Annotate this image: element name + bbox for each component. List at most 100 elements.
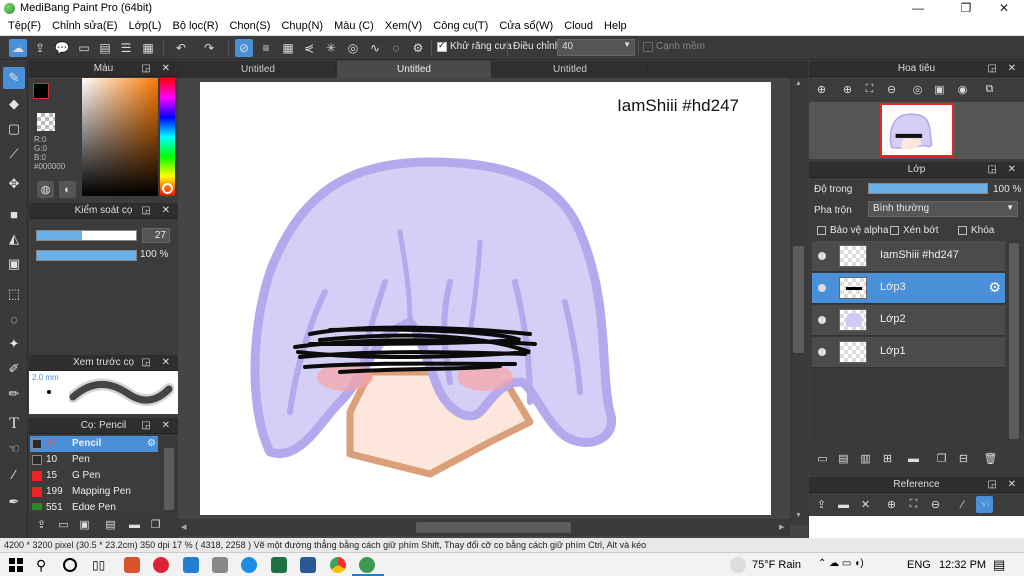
brush-size-slider[interactable] — [36, 230, 137, 241]
cloud-icon[interactable]: ☁ — [9, 39, 27, 57]
menu-tools[interactable]: Công cụ(T) — [429, 17, 492, 36]
clipping-checkbox[interactable] — [890, 226, 899, 235]
clock[interactable]: 12:32 PM — [939, 559, 986, 571]
duplicate-layer-icon[interactable]: ❐ — [933, 450, 950, 467]
new-layer-icon[interactable]: ▭ — [814, 450, 831, 467]
scroll-left-icon[interactable]: ◀ — [181, 523, 186, 531]
brush-item-mapping-pen[interactable]: 199 Mapping Pen — [30, 484, 158, 500]
reference-view[interactable] — [809, 516, 1024, 538]
new-brush-icon[interactable]: ▭ — [55, 516, 72, 533]
add-brush-icon[interactable]: ▣ — [76, 516, 93, 533]
move-tool-icon[interactable]: ✥ — [3, 173, 25, 195]
saturation-value-picker[interactable] — [82, 78, 158, 196]
menu-view[interactable]: Xem(V) — [381, 17, 426, 36]
windows-start-icon[interactable] — [8, 557, 24, 573]
fullscreen-icon[interactable]: ▣ — [931, 81, 948, 98]
soft-edge-checkbox[interactable] — [643, 42, 653, 52]
new-8bit-layer-icon[interactable]: ▥ — [857, 450, 874, 467]
flip-icon[interactable]: ⧉ — [981, 81, 998, 98]
parallel-snap-icon[interactable]: ≡ — [257, 39, 275, 57]
protect-alpha-checkbox[interactable] — [817, 226, 826, 235]
tray-icons[interactable]: ⌃ ☁ ▭ ◖) — [818, 558, 864, 569]
powerpoint-icon[interactable] — [124, 557, 140, 573]
lasso-tool-icon[interactable]: ◌ — [3, 308, 25, 330]
pen-tool-icon[interactable]: ✒ — [3, 491, 25, 513]
tab-untitled-2[interactable]: Untitled — [337, 61, 492, 78]
app-red-icon[interactable] — [153, 557, 169, 573]
layer-row-lop1[interactable]: Lớp1 — [812, 337, 1005, 368]
medibang-icon[interactable] — [359, 557, 375, 573]
brush-list-scrollbar[interactable] — [160, 434, 178, 512]
primary-color-swatch[interactable] — [33, 83, 49, 99]
menu-cloud[interactable]: Cloud — [560, 17, 597, 36]
ref-eyedropper-icon[interactable]: ⁄ — [954, 496, 971, 513]
select-eraser-tool-icon[interactable]: ✏ — [3, 383, 25, 405]
ellipse-snap-icon[interactable]: ◌ — [387, 39, 405, 57]
menu-filter[interactable]: Bộ lọc(R) — [169, 17, 223, 36]
ref-hand-icon[interactable]: ☜ — [976, 496, 993, 513]
comment-icon[interactable]: ▭ — [75, 39, 93, 57]
fit-icon[interactable]: ⛶ — [861, 81, 878, 98]
navigator-preview-area[interactable] — [809, 102, 1024, 159]
horizontal-scroll-thumb[interactable] — [416, 522, 571, 533]
ref-zoom-in-icon[interactable]: ⊕ — [883, 496, 900, 513]
scroll-up-icon[interactable]: ▲ — [795, 80, 802, 87]
eye-icon[interactable] — [818, 316, 826, 324]
scroll-right-icon[interactable]: ▶ — [779, 523, 784, 531]
new-halftone-layer-icon[interactable]: ▤ — [835, 450, 852, 467]
menu-capture[interactable]: Chụp(N) — [277, 17, 327, 36]
panel-float-close-icon[interactable]: ◲ ✕ — [141, 61, 174, 77]
weather-text[interactable]: 75°F Rain — [752, 559, 801, 571]
tab-untitled-1[interactable]: Untitled — [181, 61, 336, 78]
brush-item-g-pen[interactable]: 15 G Pen — [30, 468, 158, 484]
menu-window[interactable]: Cửa sổ(W) — [495, 17, 557, 36]
palette-icon[interactable]: ◍ — [37, 181, 54, 198]
reset-rotate-icon[interactable]: ◉ — [954, 81, 971, 98]
hue-handle[interactable] — [162, 183, 173, 194]
hand-tool-icon[interactable]: ☜ — [3, 438, 25, 460]
word-icon[interactable] — [300, 557, 316, 573]
fill-rect-tool-icon[interactable]: ■ — [3, 203, 25, 225]
grid-snap-icon[interactable]: ▦ — [279, 39, 297, 57]
curve-snap-icon[interactable]: ∿ — [366, 39, 384, 57]
brush-cloud-icon[interactable]: ⇪ — [33, 516, 50, 533]
list-icon[interactable]: ☰ — [117, 39, 135, 57]
radial-snap-icon[interactable]: ✳ — [322, 39, 340, 57]
layer-folder-icon[interactable]: ▬ — [905, 450, 922, 467]
select-pen-tool-icon[interactable]: ✐ — [3, 358, 25, 380]
minimize-button[interactable]: — — [898, 0, 938, 17]
panel-float-close-icon[interactable]: ◲ ✕ — [141, 355, 174, 371]
correction-select[interactable]: 40 ▼ — [557, 39, 635, 56]
brush-opacity-slider[interactable] — [36, 250, 137, 261]
transparent-color-swatch[interactable] — [37, 113, 55, 131]
search-icon[interactable]: ⚲ — [36, 557, 52, 573]
weather-icon[interactable] — [730, 557, 746, 573]
rect-shape-tool-icon[interactable]: ▢ — [3, 118, 25, 140]
upload-icon[interactable]: ⇪ — [31, 39, 49, 57]
panel-float-close-icon[interactable]: ◲ ✕ — [141, 203, 174, 219]
text-tool-icon[interactable]: T — [3, 413, 25, 435]
delete-layer-icon[interactable]: 🗑 — [982, 450, 999, 467]
antialias-checkbox[interactable] — [437, 40, 447, 52]
lock-checkbox[interactable] — [958, 226, 967, 235]
gradient-tool-icon[interactable]: ▣ — [3, 253, 25, 275]
language-indicator[interactable]: ENG — [907, 559, 931, 571]
redo-icon[interactable]: ↷ — [200, 39, 218, 57]
menu-color[interactable]: Màu (C) — [330, 17, 378, 36]
panel-float-close-icon[interactable]: ◲ ✕ — [987, 162, 1020, 178]
open-reference-icon[interactable]: ▬ — [835, 496, 852, 513]
snap-off-icon[interactable]: ⊘ — [235, 39, 253, 57]
excel-icon[interactable] — [271, 557, 287, 573]
blend-mode-select[interactable]: Bình thường ▼ — [868, 201, 1018, 217]
gear-icon[interactable]: ⚙ — [988, 279, 1001, 296]
cortana-icon[interactable] — [63, 558, 77, 572]
eye-icon[interactable] — [818, 348, 826, 356]
eyedropper-tool-icon[interactable]: ⁄ — [3, 463, 25, 485]
hue-slider[interactable] — [160, 78, 175, 196]
brush-tool-icon[interactable]: ✎ — [3, 67, 25, 89]
add-layer-menu-icon[interactable]: ⊞ — [879, 450, 896, 467]
eraser-tool-icon[interactable]: ◆ — [3, 93, 25, 115]
brush-size-value[interactable]: 27 — [142, 228, 170, 243]
layer-row-lop2[interactable]: Lớp2 — [812, 305, 1005, 336]
canvas-vertical-scrollbar[interactable]: ▲ ▼ — [790, 78, 808, 525]
